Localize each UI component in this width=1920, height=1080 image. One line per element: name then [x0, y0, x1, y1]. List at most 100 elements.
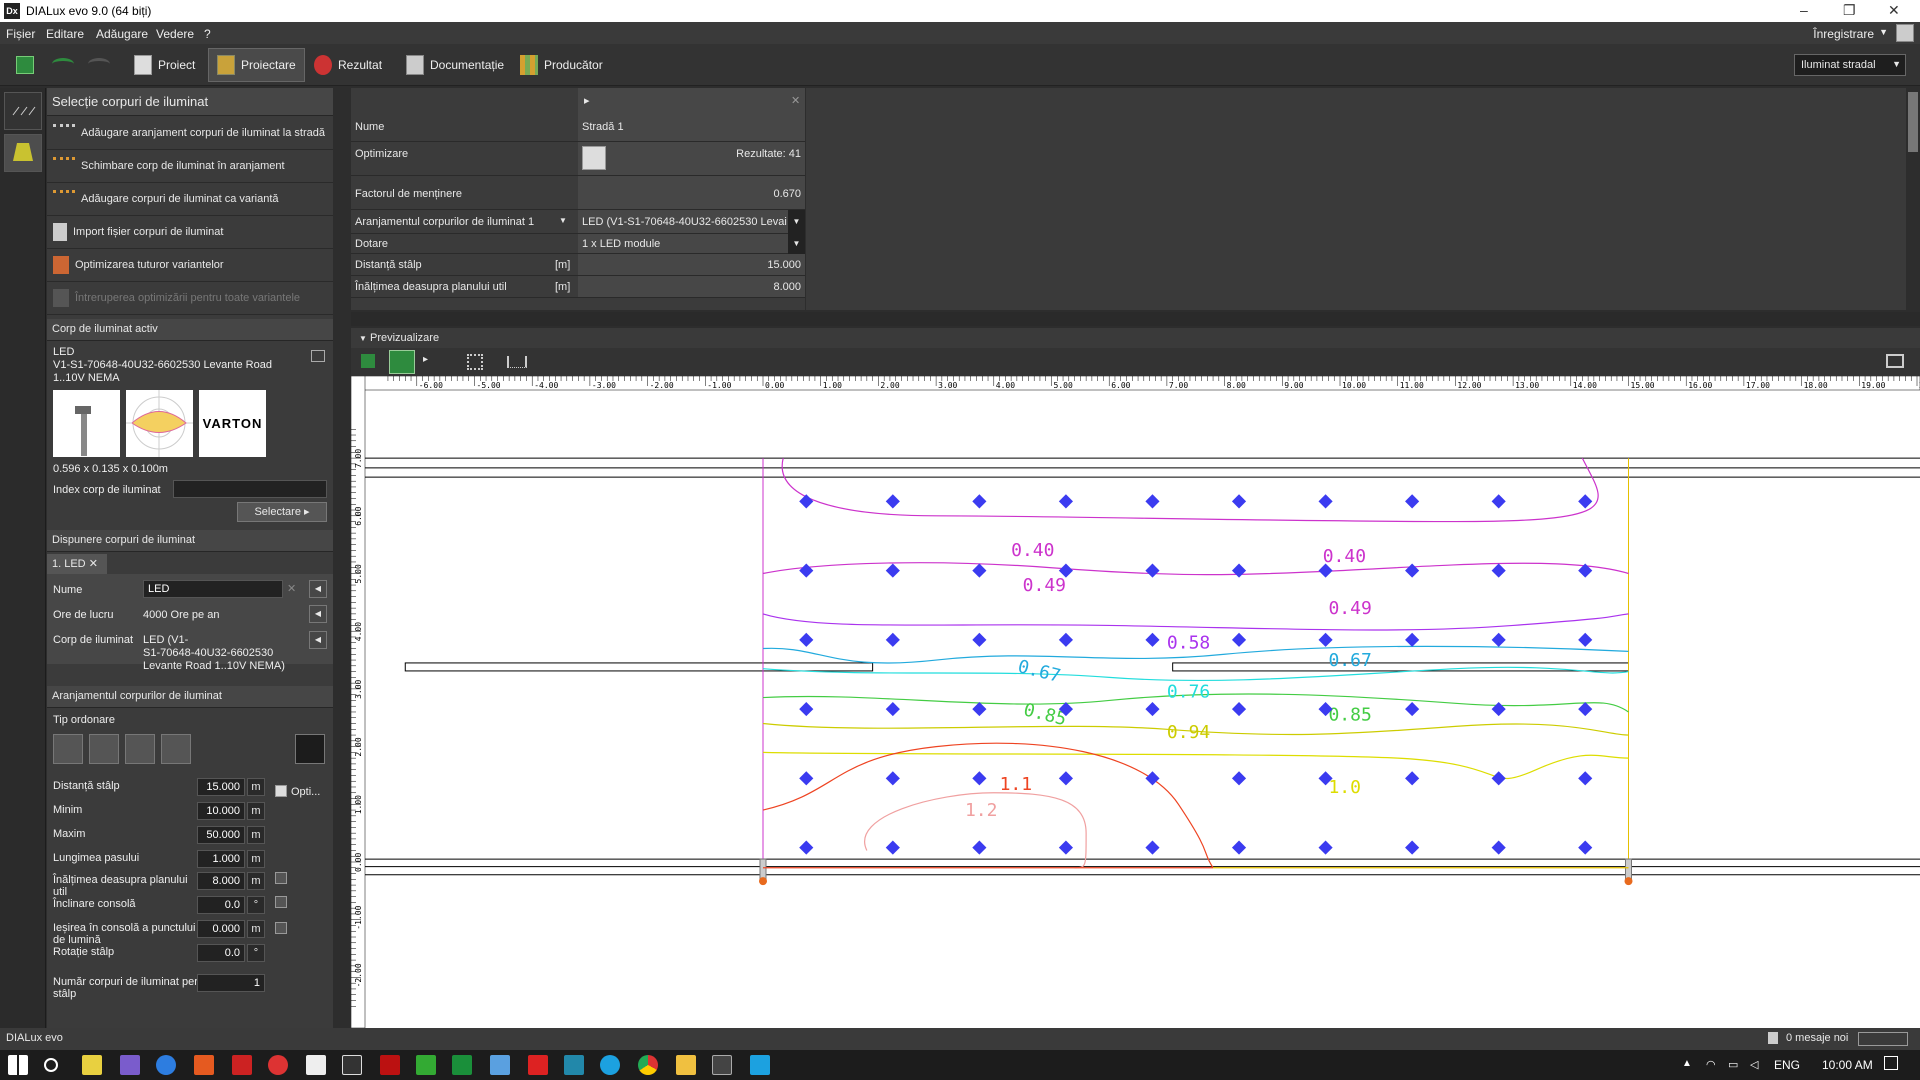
app-icon-2[interactable] [120, 1055, 140, 1075]
save-icon[interactable] [16, 56, 34, 74]
menu-help[interactable]: ? [204, 27, 211, 41]
tab-led[interactable]: 1. LED ✕ [47, 554, 107, 574]
chrome-icon[interactable] [638, 1055, 658, 1075]
app-icon-3[interactable] [156, 1055, 176, 1075]
volume-icon[interactable]: ◁ [1750, 1058, 1758, 1071]
chevron-down-icon[interactable]: ▼ [788, 210, 805, 234]
single-side-layout-icon[interactable] [53, 734, 83, 764]
scroll-thumb[interactable] [1908, 92, 1918, 152]
redo-icon[interactable] [88, 58, 110, 70]
battery-icon[interactable]: ▭ [1728, 1058, 1738, 1071]
account-menu[interactable]: Înregistrare [1813, 27, 1874, 41]
plan-canvas[interactable]: -6.00 -5.00 -4.00 -3.00 -2.00 -1.00 0.00 1.00 2.… [351, 376, 1920, 1028]
undo-icon[interactable] [52, 58, 74, 70]
mode-select[interactable]: Iluminat stradal ▼ [1794, 54, 1906, 76]
app-icon-4[interactable] [194, 1055, 214, 1075]
field-input[interactable]: 8.000 [197, 872, 245, 890]
app-icon-7[interactable] [306, 1055, 326, 1075]
menu-edit[interactable]: Editare [46, 27, 84, 41]
menu-view[interactable]: Vedere [156, 27, 194, 41]
optimize-checkbox[interactable] [275, 785, 287, 797]
height-checkbox[interactable] [275, 872, 287, 884]
fit-view-icon[interactable] [467, 354, 483, 370]
chevron-right-icon[interactable]: ▸ [423, 354, 428, 365]
app-icon-10[interactable] [452, 1055, 472, 1075]
avatar[interactable] [1896, 24, 1914, 42]
search-icon[interactable] [44, 1058, 58, 1072]
notifications-icon[interactable] [1884, 1056, 1898, 1070]
index-input[interactable] [173, 480, 327, 498]
app-icon-8[interactable] [380, 1055, 400, 1075]
close-icon[interactable]: ✕ [89, 558, 98, 570]
isolux-plan[interactable]: -6.00 -5.00 -4.00 -3.00 -2.00 -1.00 0.00 1.00 2.… [351, 376, 1920, 1028]
tab-project[interactable]: Proiect [126, 48, 203, 82]
field-input[interactable]: 0.0 [197, 896, 245, 914]
overhang-checkbox[interactable] [275, 922, 287, 934]
app-icon-6[interactable] [268, 1055, 288, 1075]
field-input[interactable]: 50.000 [197, 826, 245, 844]
chevron-left-icon[interactable]: ◀ [309, 631, 327, 649]
field-input[interactable]: 0.000 [197, 920, 245, 938]
chevron-left-icon[interactable]: ◀ [309, 605, 327, 623]
add-variant-action[interactable]: Adăugare corpuri de iluminat ca variantă [47, 183, 333, 216]
tab-documentation[interactable]: Documentație [398, 48, 512, 82]
monitor-icon[interactable] [1886, 354, 1904, 368]
restore-icon[interactable]: ❐ [1843, 2, 1856, 19]
app-icon-5[interactable] [232, 1055, 252, 1075]
field-input[interactable]: 0.0 [197, 944, 245, 962]
tab-design[interactable]: Proiectare [208, 48, 305, 82]
dialux-active-icon[interactable] [712, 1055, 732, 1075]
3d-view-icon[interactable] [361, 354, 375, 368]
field-input[interactable]: 1.000 [197, 850, 245, 868]
plan-view-icon[interactable] [389, 350, 415, 374]
app-icon-11[interactable] [490, 1055, 510, 1075]
zoom-layout-icon[interactable] [295, 734, 325, 764]
clock[interactable]: 10:00 AM [1822, 1058, 1873, 1072]
change-luminaire-action[interactable]: Schimbare corp de iluminat în aranjament [47, 150, 333, 183]
acrobat-icon[interactable] [528, 1055, 548, 1075]
language-indicator[interactable]: ENG [1774, 1058, 1800, 1072]
field-input[interactable]: 10.000 [197, 802, 245, 820]
chevron-up-icon[interactable]: ▲ [1682, 1058, 1692, 1069]
measure-icon[interactable] [507, 356, 527, 368]
tab-manufacturer[interactable]: Producător [512, 48, 611, 82]
field-input[interactable]: 15.000 [197, 778, 245, 796]
app-icon-9[interactable] [416, 1055, 436, 1075]
preview-header[interactable]: ▼ Previzualizare [351, 328, 1920, 348]
expand-icon[interactable]: ▸ [578, 88, 805, 112]
folder-icon[interactable] [676, 1055, 696, 1075]
name-input[interactable]: LED [143, 580, 283, 598]
chevron-down-icon[interactable]: ▼ [788, 234, 805, 254]
close-icon[interactable]: ✕ [1888, 2, 1900, 19]
edge-icon[interactable] [600, 1055, 620, 1075]
app-icon-1[interactable] [82, 1055, 102, 1075]
close-icon[interactable]: ✕ [791, 94, 800, 107]
field-input[interactable]: 1 [197, 974, 265, 992]
chevron-left-icon[interactable]: ◀ [309, 580, 327, 598]
ie-icon[interactable] [750, 1055, 770, 1075]
status-messages[interactable]: 0 mesaje noi [1786, 1032, 1848, 1044]
chevron-down-icon[interactable]: ▼ [1879, 27, 1888, 37]
app-icon-12[interactable] [564, 1055, 584, 1075]
menu-add[interactable]: Adăugare [96, 27, 148, 41]
network-icon[interactable]: ◠ [1706, 1058, 1716, 1071]
staggered-layout-icon[interactable] [125, 734, 155, 764]
chevron-down-icon[interactable]: ▼ [559, 216, 567, 225]
minimize-icon[interactable]: – [1800, 2, 1808, 18]
dialux-icon[interactable] [342, 1055, 362, 1075]
import-luminaire-action[interactable]: Import fișier corpuri de iluminat [47, 216, 333, 249]
clear-icon[interactable]: ✕ [287, 582, 296, 595]
add-arrangement-action[interactable]: Adăugare aranjament corpuri de iluminat … [47, 117, 333, 150]
central-layout-icon[interactable] [161, 734, 191, 764]
optimize-all-action[interactable]: Optimizarea tuturor variantelor [47, 249, 333, 282]
windows-start-icon[interactable] [8, 1055, 28, 1075]
optimize-run-icon[interactable] [582, 146, 606, 170]
select-button[interactable]: Selectare ▸ [237, 502, 327, 522]
double-side-layout-icon[interactable] [89, 734, 119, 764]
scrollbar[interactable] [1906, 88, 1920, 310]
tab-result[interactable]: Rezultat [306, 48, 390, 82]
tilt-checkbox[interactable] [275, 896, 287, 908]
splitter[interactable] [351, 312, 1920, 326]
street-tool-icon[interactable] [4, 92, 42, 130]
luminaire-tool-icon[interactable] [4, 134, 42, 172]
